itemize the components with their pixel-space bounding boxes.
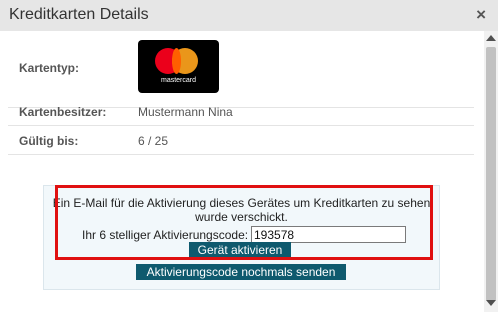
valid-until-row: Gültig bis: 6 / 25 bbox=[8, 126, 474, 155]
scrollbar-thumb[interactable] bbox=[486, 47, 496, 301]
card-holder-value: Mustermann Nina bbox=[138, 105, 233, 119]
scroll-up-icon[interactable] bbox=[486, 35, 496, 41]
card-holder-row: Kartenbesitzer: Mustermann Nina bbox=[8, 97, 474, 126]
card-type-label: Kartentyp: bbox=[19, 61, 80, 75]
dialog-titlebar: Kreditkarten Details × bbox=[0, 0, 498, 31]
card-holder-label: Kartenbesitzer: bbox=[19, 105, 107, 119]
resend-code-button[interactable]: Aktivierungscode nochmals senden bbox=[136, 264, 346, 280]
close-icon[interactable]: × bbox=[476, 5, 486, 25]
mastercard-overlap bbox=[172, 48, 181, 74]
valid-until-label: Gültig bis: bbox=[19, 134, 79, 148]
mastercard-wordmark: mastercard bbox=[160, 77, 196, 84]
mastercard-logo: mastercard bbox=[138, 40, 219, 93]
vertical-scrollbar[interactable] bbox=[484, 31, 498, 312]
valid-until-value: 6 / 25 bbox=[138, 134, 169, 148]
scroll-down-icon[interactable] bbox=[486, 300, 496, 306]
dialog-title: Kreditkarten Details bbox=[9, 6, 149, 23]
highlight-box bbox=[55, 185, 433, 260]
